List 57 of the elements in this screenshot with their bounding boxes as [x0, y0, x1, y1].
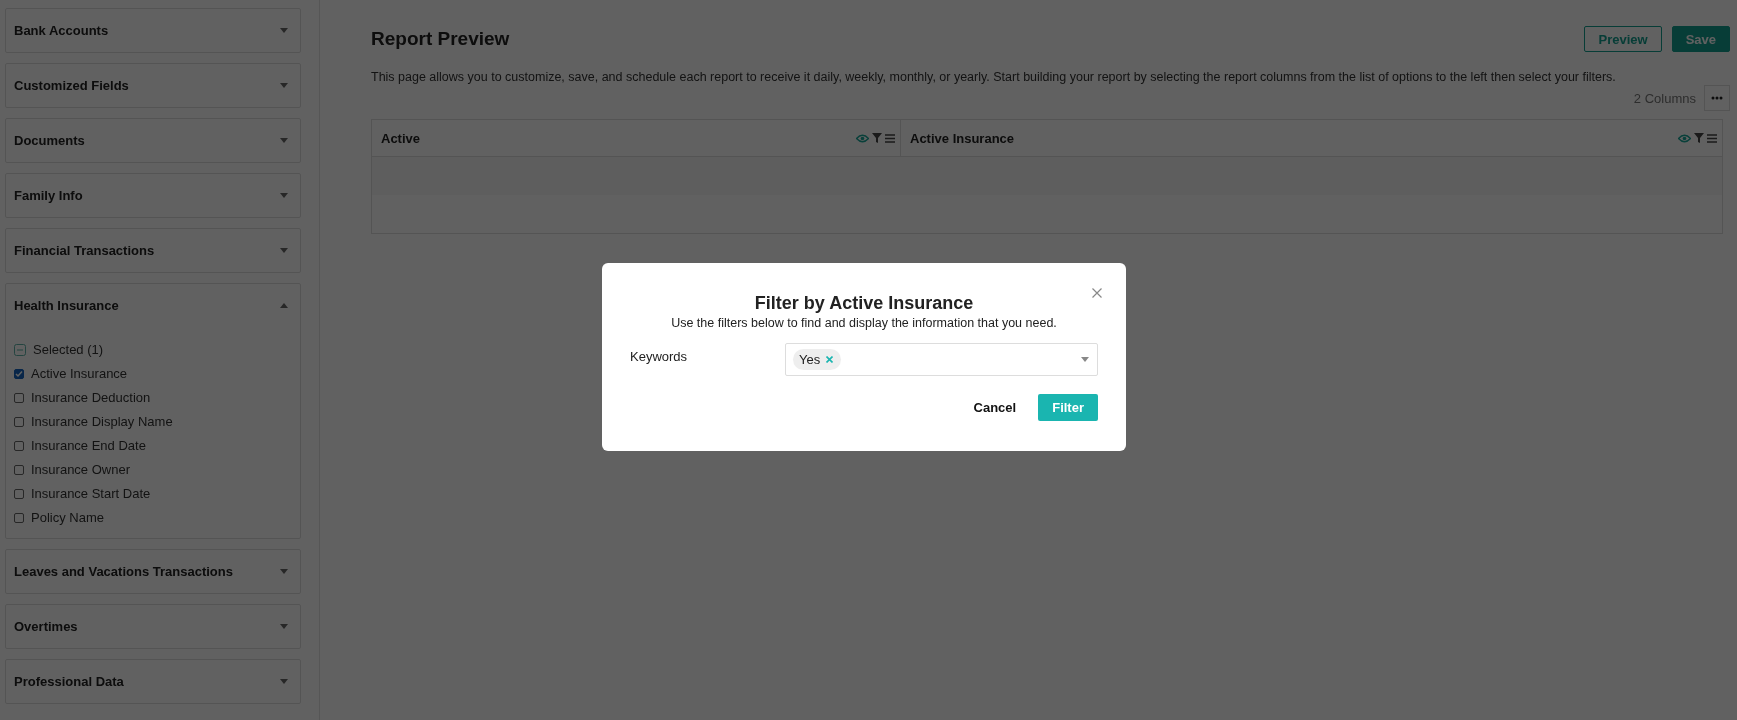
minus-checkbox-icon[interactable]	[14, 343, 26, 356]
section-title[interactable]: Overtimes	[14, 619, 78, 634]
option-label[interactable]: Insurance Display Name	[31, 414, 173, 429]
section-title[interactable]: Leaves and Vacations Transactions	[14, 564, 233, 579]
option-label[interactable]: Policy Name	[31, 510, 104, 525]
checkbox[interactable]	[14, 488, 24, 499]
keyword-tag: Yes	[793, 349, 842, 370]
caret-icon[interactable]	[280, 624, 288, 629]
menu-icon[interactable]	[885, 133, 895, 143]
section-title[interactable]: Documents	[14, 133, 85, 148]
option-label[interactable]: Active Insurance	[31, 366, 128, 381]
checkbox[interactable]	[14, 368, 24, 379]
option-label[interactable]: Insurance End Date	[31, 438, 146, 453]
more-button[interactable]	[1704, 85, 1730, 111]
keywords-select[interactable]: Yes	[785, 343, 1098, 376]
section-title[interactable]: Family Info	[14, 188, 83, 203]
checkbox[interactable]	[14, 392, 24, 403]
caret-icon[interactable]	[280, 193, 288, 198]
menu-icon[interactable]	[1707, 133, 1717, 143]
field-label: Keywords	[630, 348, 689, 364]
column-header[interactable]: Active Insurance	[910, 130, 1015, 146]
option-label[interactable]: Insurance Deduction	[31, 390, 151, 405]
checkbox[interactable]	[14, 512, 24, 523]
caret-icon[interactable]	[280, 569, 288, 574]
section-title[interactable]: Customized Fields	[14, 78, 129, 93]
selected-count: Selected (1)	[33, 342, 104, 357]
page-description: This page allows you to customize, save, and schedule each report to receive it daily, weekly, monthly, or yearly. Start building your report by selecting the report columns from the list of options to the left then select your filters.	[371, 70, 1617, 84]
caret-icon[interactable]	[280, 679, 288, 684]
filter-button[interactable]: Filter	[1038, 394, 1098, 421]
page-title: Report Preview	[371, 28, 510, 50]
filter-icon[interactable]	[1694, 133, 1704, 143]
checkbox[interactable]	[14, 464, 24, 475]
column-header[interactable]: Active	[381, 130, 421, 146]
more-icon	[1711, 96, 1723, 100]
filter-icon[interactable]	[872, 133, 882, 143]
checkbox[interactable]	[14, 416, 24, 427]
checkbox[interactable]	[14, 440, 24, 451]
save-button[interactable]: Save	[1671, 26, 1730, 52]
eye-icon[interactable]	[856, 133, 869, 143]
section-title[interactable]: Health Insurance	[14, 298, 119, 313]
caret-icon[interactable]	[280, 248, 288, 253]
option-label[interactable]: Insurance Start Date	[31, 486, 151, 501]
section-title[interactable]: Professional Data	[14, 674, 124, 689]
dropdown-caret-icon[interactable]	[1081, 357, 1089, 362]
caret-icon[interactable]	[280, 28, 288, 33]
option-label[interactable]: Insurance Owner	[31, 462, 130, 477]
section-title[interactable]: Bank Accounts	[14, 23, 109, 38]
dialog-subtitle: Use the filters below to find and display the information that you need.	[670, 316, 1058, 330]
remove-icon[interactable]	[826, 356, 834, 363]
eye-icon[interactable]	[1678, 133, 1691, 143]
dialog-title: Filter by Active Insurance	[753, 293, 975, 314]
caret-icon[interactable]	[280, 138, 288, 143]
caret-icon[interactable]	[280, 83, 288, 88]
caret-icon[interactable]	[280, 303, 288, 308]
close-icon[interactable]	[1092, 288, 1102, 298]
section-title[interactable]: Financial Transactions	[14, 243, 155, 258]
preview-button[interactable]: Preview	[1584, 26, 1662, 52]
